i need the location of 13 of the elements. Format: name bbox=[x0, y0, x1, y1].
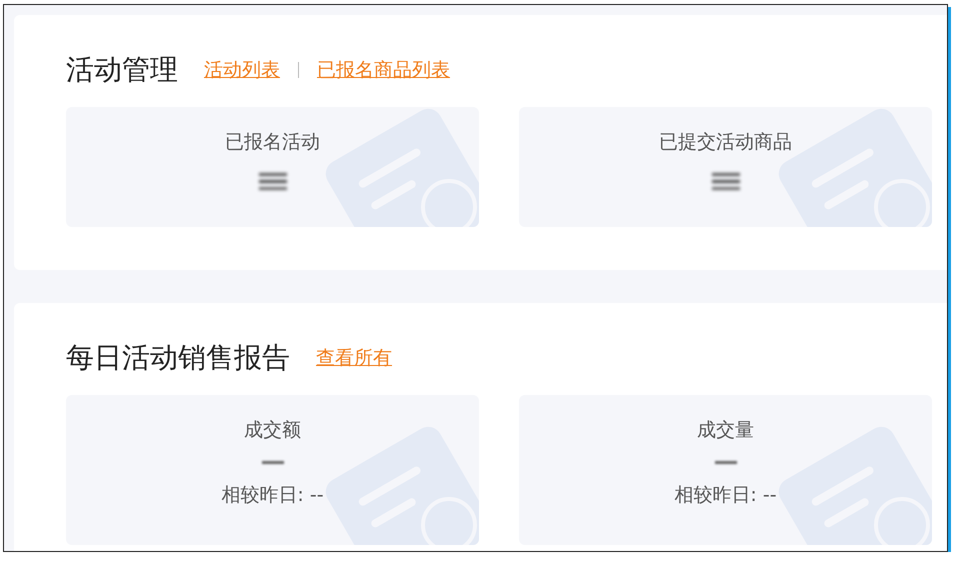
stat-label: 已报名活动 bbox=[225, 130, 320, 155]
nav-link[interactable]: 活动列表 bbox=[204, 57, 280, 83]
dash-icon bbox=[714, 461, 736, 464]
section-title: 每日活动销售报告 bbox=[66, 340, 290, 376]
stat-label: 成交额 bbox=[244, 418, 301, 443]
comparison-text: 相较昨日: -- bbox=[674, 483, 777, 508]
nav-link[interactable]: 查看所有 bbox=[316, 345, 392, 371]
nav-link[interactable]: 已报名商品列表 bbox=[317, 57, 450, 83]
section-title: 活动管理 bbox=[66, 52, 178, 88]
dash-icon bbox=[262, 461, 284, 464]
comparison-text: 相较昨日: -- bbox=[221, 483, 324, 508]
stat-label: 成交量 bbox=[697, 418, 754, 443]
stat-label: 已提交活动商品 bbox=[659, 130, 792, 155]
